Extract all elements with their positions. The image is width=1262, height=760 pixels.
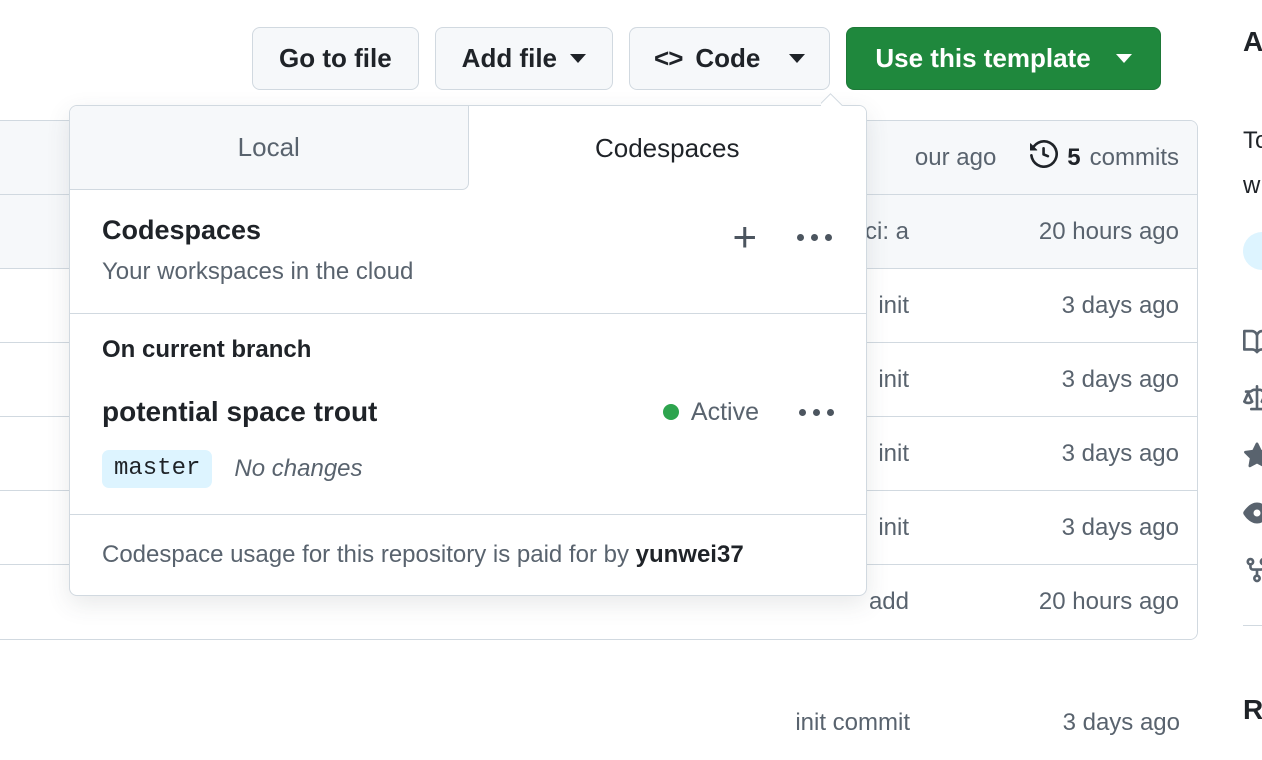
status-dot-icon	[662, 404, 679, 420]
repo-actions-toolbar: Go to file Add file <> Code Use this tem…	[252, 27, 1161, 90]
use-this-template-button[interactable]: Use this template	[846, 27, 1161, 90]
star-icon[interactable]	[1243, 442, 1262, 477]
on-current-branch-label: On current branch	[102, 336, 312, 363]
latest-commit-time: our ago	[914, 143, 997, 171]
popover-tablist: Local Codespaces	[70, 106, 866, 190]
row-commit-time: 3 days ago	[1061, 365, 1179, 393]
row-commit-time: 3 days ago	[1062, 709, 1180, 736]
table-row[interactable]: init commit 3 days ago	[0, 686, 1198, 760]
add-file-button[interactable]: Add file	[434, 27, 614, 90]
code-button[interactable]: <> Code	[629, 27, 831, 90]
code-dropdown-popover: Local Codespaces Codespaces Your workspa…	[69, 105, 867, 596]
status-badge: Active	[662, 397, 759, 427]
codespaces-subtitle: Your workspaces in the cloud	[102, 258, 414, 285]
row-commit-time: 20 hours ago	[1038, 588, 1179, 615]
go-to-file-label: Go to file	[279, 43, 392, 73]
codespace-item-menu-button[interactable]	[799, 408, 834, 416]
sidebar-divider	[1243, 625, 1262, 626]
code-label: Code	[695, 43, 761, 73]
new-codespace-button[interactable]: +	[732, 213, 757, 260]
tab-local-label: Local	[237, 132, 300, 162]
license-scales-icon[interactable]	[1243, 385, 1262, 420]
codespace-list-item[interactable]: potential space trout Active	[102, 396, 834, 428]
chevron-down-icon	[1115, 54, 1132, 63]
branch-badge: master	[102, 450, 213, 488]
fork-icon[interactable]	[1243, 556, 1262, 591]
history-icon	[1030, 139, 1059, 175]
current-branch-section: On current branch potential space trout …	[70, 314, 866, 515]
codespace-name: potential space trout	[102, 396, 378, 427]
go-to-file-button[interactable]: Go to file	[252, 27, 419, 90]
codespaces-billing-footer: Codespace usage for this repository is p…	[70, 515, 866, 595]
codespace-changes-label: No changes	[234, 455, 363, 482]
tab-codespaces[interactable]: Codespaces	[468, 106, 866, 190]
codespaces-title: Codespaces	[102, 215, 262, 245]
eye-watch-icon[interactable]	[1243, 499, 1262, 534]
chevron-down-icon	[570, 54, 587, 63]
row-commit-time: 3 days ago	[1061, 439, 1179, 467]
row-commit-time: 3 days ago	[1061, 513, 1179, 541]
use-this-template-label: Use this template	[875, 43, 1091, 73]
about-description: To w	[1243, 118, 1262, 208]
chevron-down-icon	[789, 54, 806, 63]
commits-count-link[interactable]: 5 commits	[1030, 139, 1179, 175]
commits-label: commits	[1089, 143, 1179, 171]
about-heading: A	[1243, 26, 1262, 57]
popover-arrow	[821, 93, 845, 106]
about-description-line-1: To	[1243, 127, 1262, 154]
topic-tag[interactable]	[1243, 232, 1262, 270]
about-description-line-2: w	[1243, 172, 1261, 199]
row-commit-time: 20 hours ago	[1038, 217, 1179, 245]
readme-book-icon[interactable]	[1243, 328, 1262, 363]
kebab-menu-icon	[799, 408, 834, 416]
row-commit-time: 3 days ago	[1061, 291, 1179, 319]
code-brackets-icon: <>	[654, 43, 683, 73]
codespaces-header-section: Codespaces Your workspaces in the cloud …	[70, 190, 866, 314]
releases-heading: R	[1243, 694, 1262, 725]
billing-text: Codespace usage for this repository is p…	[102, 541, 636, 568]
commits-count: 5	[1067, 143, 1081, 171]
kebab-menu-icon	[797, 233, 832, 241]
add-file-label: Add file	[461, 43, 558, 73]
codespace-status-label: Active	[690, 397, 759, 426]
tab-codespaces-label: Codespaces	[594, 132, 740, 163]
tab-local[interactable]: Local	[70, 106, 469, 190]
row-commit-message: init commit	[795, 709, 910, 736]
plus-icon: +	[732, 213, 757, 260]
billing-owner: yunwei37	[635, 541, 744, 568]
codespaces-menu-button[interactable]	[797, 233, 832, 241]
